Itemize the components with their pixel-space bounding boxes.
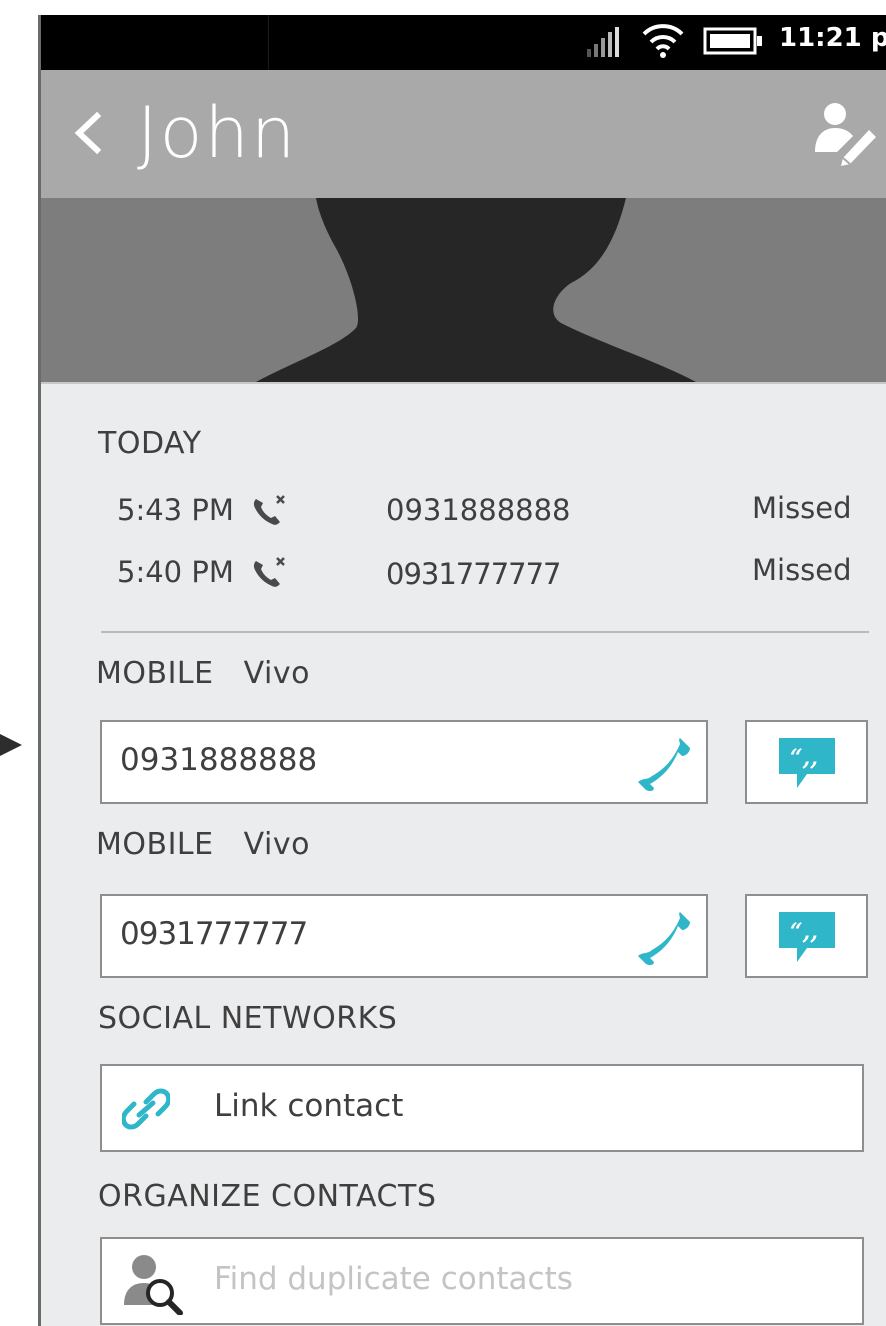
phone-number-field[interactable]: 0931888888	[100, 720, 708, 804]
message-icon: “,,	[779, 912, 835, 962]
status-bar: 11:21 pm	[41, 15, 886, 70]
call-icon[interactable]	[636, 908, 694, 966]
carrier-label: Vivo	[243, 827, 310, 862]
call-time: 5:43 PM	[117, 493, 234, 527]
edit-contact-icon[interactable]	[813, 100, 877, 166]
phone-number-field[interactable]: 0931777777	[100, 894, 708, 978]
status-time: 11:21 pm	[779, 23, 886, 53]
svg-text:“,,: “,,	[790, 745, 818, 771]
sms-button[interactable]: “,,	[745, 720, 868, 804]
missed-call-icon	[253, 557, 285, 587]
signal-icon	[587, 27, 619, 57]
pointer-arrow-icon	[0, 734, 22, 756]
phone-type-label: MOBILE Vivo	[96, 827, 310, 862]
chevron-left-icon[interactable]	[71, 104, 103, 162]
link-contact-button[interactable]: Link contact	[100, 1064, 864, 1152]
carrier-label: Vivo	[243, 656, 310, 691]
recent-calls-heading: TODAY	[98, 426, 202, 461]
call-status: Missed	[752, 553, 852, 587]
phone-type-label: MOBILE Vivo	[96, 656, 310, 691]
link-icon	[122, 1088, 170, 1130]
organize-contacts-heading: ORGANIZE CONTACTS	[98, 1179, 437, 1214]
svg-text:“,,: “,,	[790, 919, 818, 945]
link-contact-label: Link contact	[214, 1088, 404, 1124]
social-networks-heading: SOCIAL NETWORKS	[98, 1001, 398, 1036]
header-bar: John	[41, 70, 886, 198]
phone-number: 0931888888	[120, 742, 318, 778]
person-silhouette-icon	[256, 198, 696, 382]
call-number: 0931777777	[386, 557, 562, 591]
message-icon: “,,	[779, 738, 835, 788]
contact-photo	[41, 198, 886, 382]
sms-button[interactable]: “,,	[745, 894, 868, 978]
contact-name-title: John	[137, 92, 298, 174]
phone-number: 0931777777	[120, 916, 308, 952]
call-time: 5:40 PM	[117, 555, 234, 589]
find-duplicates-icon	[124, 1255, 183, 1315]
call-icon[interactable]	[636, 734, 694, 792]
find-duplicates-label: Find duplicate contacts	[214, 1261, 573, 1297]
call-status: Missed	[752, 491, 852, 525]
phone-screen: 11:21 pm John TODAY 5:43 PM 0931888888 M…	[41, 15, 886, 1326]
find-duplicates-button[interactable]: Find duplicate contacts	[100, 1237, 864, 1325]
battery-icon	[703, 27, 762, 55]
wifi-icon	[642, 24, 684, 58]
missed-call-icon	[253, 495, 285, 525]
divider	[101, 631, 869, 633]
call-number: 0931888888	[386, 493, 571, 527]
